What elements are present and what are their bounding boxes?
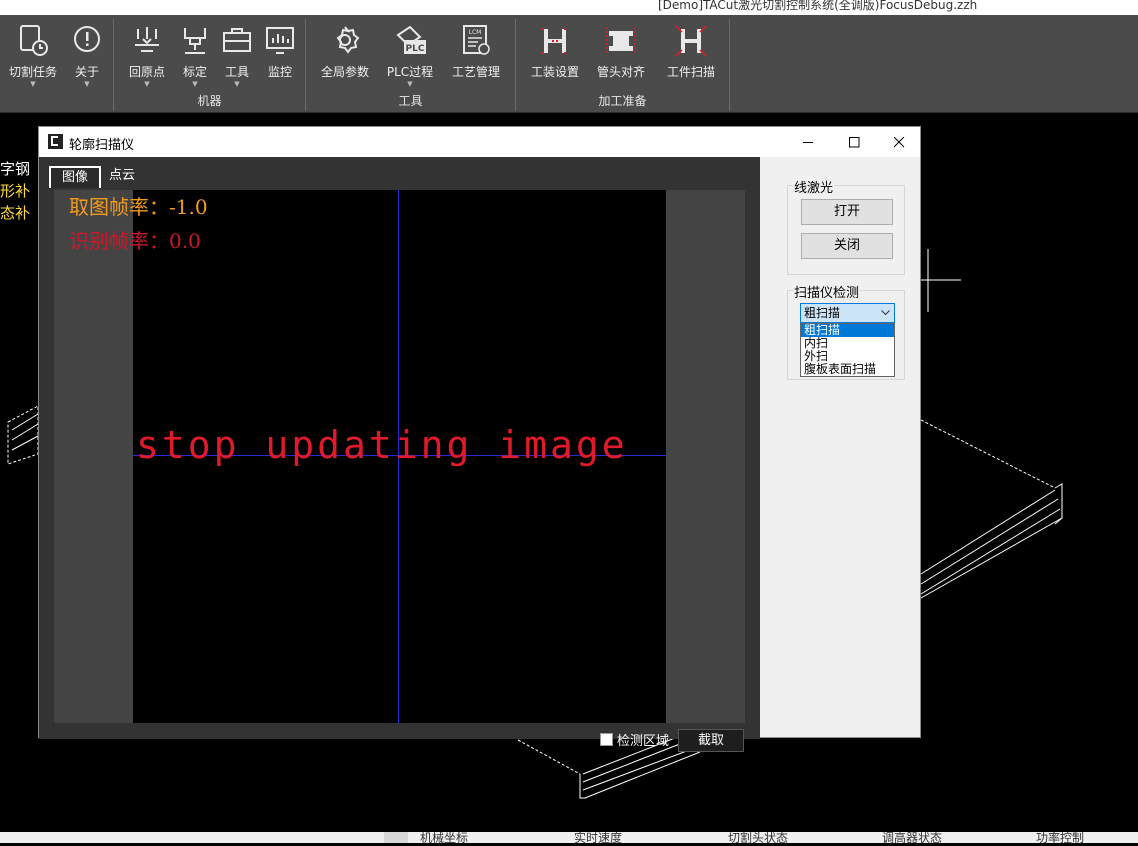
home-icon: [135, 27, 159, 52]
chevron-down-icon: ▼: [144, 80, 150, 88]
svg-text:LCM: LCM: [469, 29, 482, 36]
toolbox-icon: [223, 28, 251, 52]
status-power-control: 功率控制: [1036, 831, 1085, 845]
maximize-button[interactable]: [831, 127, 877, 157]
maximize-icon: [849, 137, 860, 148]
scan-mode-select[interactable]: 粗扫描: [800, 303, 895, 323]
fixture-setup-button[interactable]: 工装设置: [526, 23, 584, 80]
status-separator: [384, 832, 408, 843]
frame-rate-text: 取图帧率：-1.0: [69, 195, 208, 219]
about-button[interactable]: 关于 ▼: [66, 23, 108, 88]
minimize-button[interactable]: [785, 127, 831, 157]
scan-mode-option[interactable]: 腹板表面扫描: [801, 363, 894, 376]
chevron-down-icon: ▼: [407, 80, 413, 88]
ribbon-toolbar: 切割任务 ▼ 关于 ▼ 回原点 ▼ 标定 ▼ 工具 ▼ 监控 机器 全局参数 P…: [0, 15, 1138, 113]
chevron-down-icon: ▼: [84, 80, 90, 88]
chevron-down-icon: ▼: [192, 80, 198, 88]
home-button[interactable]: 回原点 ▼: [124, 23, 170, 88]
laser-group-title: 线激光: [793, 177, 835, 196]
close-button[interactable]: [876, 127, 922, 157]
gear-icon: [336, 26, 360, 54]
workpiece-scan-icon: [675, 25, 707, 57]
status-machine-coords: 机械坐标: [420, 831, 469, 845]
plc-process-button[interactable]: PLC PLC过程 ▼: [384, 23, 436, 88]
laser-close-button[interactable]: 关闭: [801, 233, 893, 259]
toolbox-button[interactable]: 工具 ▼: [218, 23, 256, 88]
status-bar: 机械坐标 实时速度 切割头状态 调高器状态 功率控制: [0, 831, 1138, 845]
detect-region-checkbox[interactable]: 检测区域: [600, 731, 670, 749]
lcm-icon: LCM: [463, 25, 490, 55]
profile-scanner-dialog: 轮廓扫描仪 图像 点云 取图帧率：-1.0 识别帧率：0.0 stop upda…: [38, 126, 921, 752]
calibrate-icon: [184, 28, 206, 54]
svg-text:PLC: PLC: [406, 44, 425, 54]
checkbox-box[interactable]: [600, 732, 613, 746]
dialog-title-bar[interactable]: 轮廓扫描仪: [39, 127, 920, 157]
app-title: [Demo]TACut激光切割控制系统(全调版)FocusDebug.zzh: [658, 0, 978, 12]
control-panel: 线激光 打开 关闭 扫描仪检测 粗扫描 粗扫描 内扫 外扫 腹板表面扫描: [760, 157, 920, 737]
status-height-controller: 调高器状态: [882, 831, 943, 845]
ribbon-group-tools: 全局参数 PLC PLC过程 ▼ LCM 工艺管理 工具: [306, 19, 516, 111]
app-icon: [48, 134, 63, 149]
calibrate-button[interactable]: 标定 ▼: [176, 23, 214, 88]
status-realtime-speed: 实时速度: [574, 831, 623, 845]
scan-mode-dropdown: 粗扫描 内扫 外扫 腹板表面扫描: [800, 323, 895, 377]
status-message: stop updating image: [136, 423, 628, 467]
monitor-button[interactable]: 监控: [260, 23, 300, 80]
recognize-rate-text: 识别帧率：0.0: [69, 229, 201, 253]
tube-align-icon: [606, 27, 636, 55]
scan-mode-selected: 粗扫描: [804, 306, 841, 320]
status-head-state: 切割头状态: [728, 831, 789, 845]
app-title-bar: [Demo]TACut激光切割控制系统(全调版)FocusDebug.zzh: [0, 0, 1138, 15]
image-panel: 图像 点云 取图帧率：-1.0 识别帧率：0.0 stop updating i…: [39, 157, 760, 752]
about-icon: [74, 26, 100, 52]
global-params-button[interactable]: 全局参数: [316, 23, 374, 80]
cut-task-button[interactable]: 切割任务 ▼: [6, 23, 60, 88]
scanner-group-title: 扫描仪检测: [793, 282, 861, 301]
minimize-icon: [803, 142, 813, 143]
cut-task-icon: [20, 25, 48, 56]
chevron-down-icon: ▼: [30, 80, 36, 88]
capture-button[interactable]: 截取: [678, 729, 744, 752]
tube-align-button[interactable]: 管头对齐: [592, 23, 650, 80]
ribbon-group-machine: 回原点 ▼ 标定 ▼ 工具 ▼ 监控 机器: [114, 19, 306, 111]
laser-open-button[interactable]: 打开: [801, 199, 893, 225]
detect-region-label: 检测区域: [617, 733, 670, 749]
workpiece-scan-button[interactable]: 工件扫描: [660, 23, 722, 80]
chevron-down-icon: ▼: [234, 80, 240, 88]
tab-image[interactable]: 图像: [49, 166, 102, 188]
ribbon-group-task: 切割任务 ▼ 关于 ▼: [0, 19, 114, 111]
tab-point-cloud[interactable]: 点云: [98, 166, 146, 188]
close-icon: [894, 137, 905, 148]
process-mgmt-button[interactable]: LCM 工艺管理: [446, 23, 506, 80]
dialog-title: 轮廓扫描仪: [69, 138, 135, 153]
chevron-down-icon: [881, 310, 890, 316]
plc-icon: PLC: [396, 25, 426, 54]
camera-image-view[interactable]: 取图帧率：-1.0 识别帧率：0.0 stop updating image: [54, 190, 745, 723]
fixture-icon: [542, 28, 568, 54]
ribbon-group-prep: 工装设置 管头对齐 工件扫描 加工准备: [516, 19, 730, 111]
monitor-icon: [266, 27, 294, 54]
